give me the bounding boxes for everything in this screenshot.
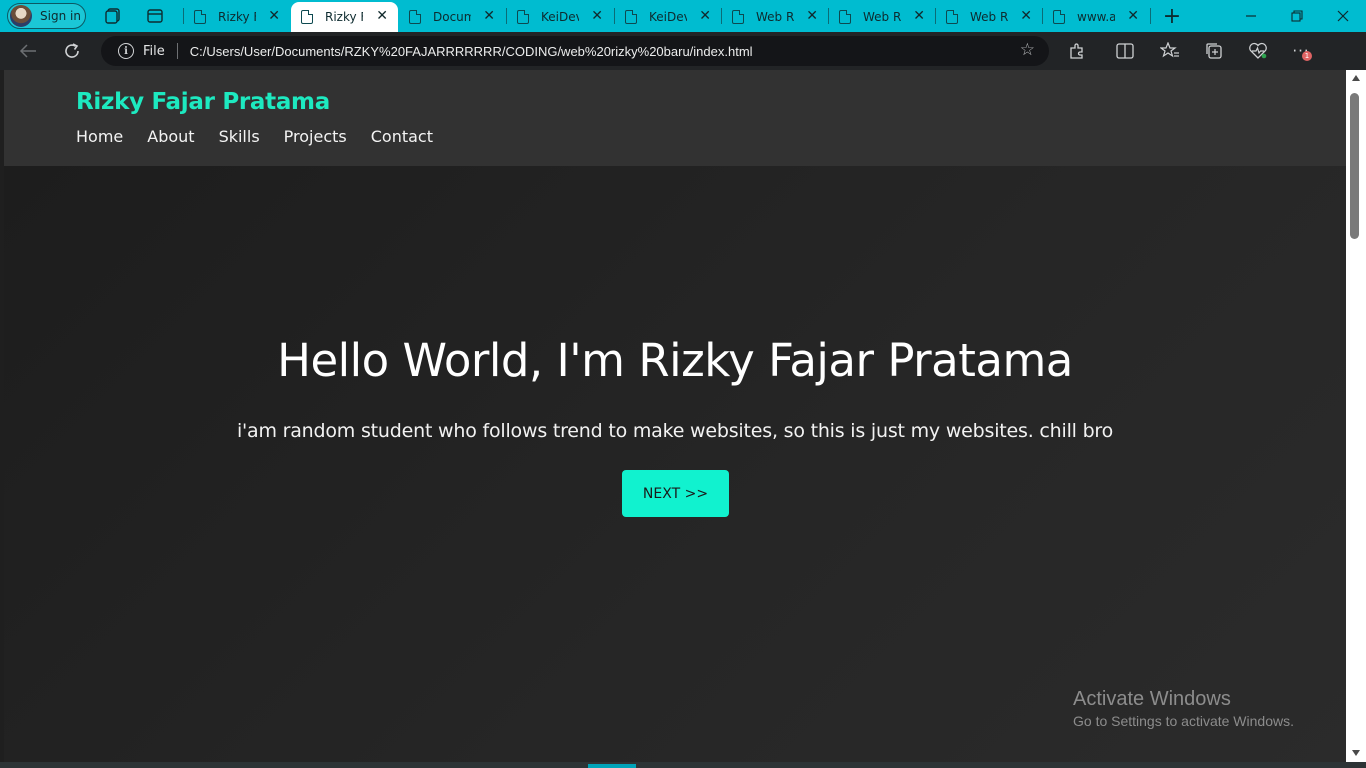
tab-title: Document xyxy=(433,10,471,24)
back-icon[interactable] xyxy=(17,40,39,62)
taskbar-accent xyxy=(588,764,636,768)
nav-skills[interactable]: Skills xyxy=(219,127,260,146)
favorite-star-icon[interactable]: ☆ xyxy=(1020,40,1035,60)
browser-essentials-icon[interactable] xyxy=(1247,40,1269,62)
close-icon[interactable]: ✕ xyxy=(913,9,925,23)
tab-1[interactable]: Rizky Fajar Pratama ✕ xyxy=(184,2,290,32)
next-button[interactable]: NEXT >> xyxy=(622,470,729,517)
nav-home[interactable]: Home xyxy=(76,127,123,146)
document-icon xyxy=(946,10,958,24)
split-screen-icon[interactable] xyxy=(1114,40,1136,62)
close-icon[interactable]: ✕ xyxy=(268,9,280,23)
document-icon xyxy=(839,10,851,24)
document-icon xyxy=(409,10,421,24)
close-icon[interactable]: ✕ xyxy=(806,9,818,23)
site-nav: Home About Skills Projects Contact xyxy=(76,127,433,146)
tab-9[interactable]: www.ad ✕ xyxy=(1043,2,1149,32)
close-window-button[interactable] xyxy=(1320,0,1366,32)
workspaces-icon[interactable] xyxy=(103,6,123,26)
close-icon[interactable]: ✕ xyxy=(376,9,388,23)
scroll-up-arrow-icon[interactable] xyxy=(1352,75,1360,81)
site-header: Rizky Fajar Pratama Home About Skills Pr… xyxy=(4,70,1346,166)
page-icon xyxy=(1053,10,1065,24)
nav-projects[interactable]: Projects xyxy=(284,127,347,146)
tab-8[interactable]: Web Rizky ✕ xyxy=(936,2,1042,32)
taskbar-edge xyxy=(0,762,1366,768)
document-icon xyxy=(625,10,637,24)
tab-title: Web Rizky xyxy=(970,10,1008,24)
tab-2-active[interactable]: Rizky Fajar Pratama ✕ xyxy=(291,2,398,32)
tab-title: Rizky Fajar Pratama xyxy=(325,10,363,24)
tab-actions-icon[interactable] xyxy=(145,6,165,26)
tab-6[interactable]: Web Rizky ✕ xyxy=(722,2,828,32)
restore-button[interactable] xyxy=(1274,0,1320,32)
tab-title: KeiDev xyxy=(541,10,579,24)
document-icon xyxy=(194,10,206,24)
close-icon[interactable]: ✕ xyxy=(483,9,495,23)
document-icon xyxy=(732,10,744,24)
hero-subtitle: i'am random student who follows trend to… xyxy=(236,420,1114,442)
collections-icon[interactable] xyxy=(1203,40,1225,62)
tab-5[interactable]: KeiDev ✕ xyxy=(615,2,721,32)
new-tab-icon[interactable]: + xyxy=(1162,4,1182,29)
close-icon[interactable]: ✕ xyxy=(1020,9,1032,23)
refresh-icon[interactable] xyxy=(61,40,83,62)
page-viewport: Rizky Fajar Pratama Home About Skills Pr… xyxy=(4,70,1346,762)
document-icon xyxy=(517,10,529,24)
nav-about[interactable]: About xyxy=(147,127,194,146)
watermark-title: Activate Windows xyxy=(1073,688,1231,710)
site-brand[interactable]: Rizky Fajar Pratama xyxy=(76,89,330,115)
favorites-icon[interactable] xyxy=(1159,40,1181,62)
tab-title: Rizky Fajar Pratama xyxy=(218,10,256,24)
notification-badge: 1 xyxy=(1302,51,1312,61)
hero-title: Hello World, I'm Rizky Fajar Pratama xyxy=(277,334,1073,387)
browser-toolbar: i File C:/Users/User/Documents/RZKY%20FA… xyxy=(0,32,1366,95)
profile-signin-button[interactable]: Sign in xyxy=(7,3,86,29)
signin-label: Sign in xyxy=(40,9,81,23)
scroll-down-arrow-icon[interactable] xyxy=(1352,750,1360,756)
tab-title: Web Rizky xyxy=(756,10,794,24)
tab-7[interactable]: Web Rizky ✕ xyxy=(829,2,935,32)
extensions-icon[interactable] xyxy=(1066,40,1088,62)
divider xyxy=(176,43,178,59)
avatar xyxy=(10,5,32,27)
windows-activation-watermark: Activate Windows Go to Settings to activ… xyxy=(1073,688,1294,729)
url-text[interactable]: C:/Users/User/Documents/RZKY%20FAJARRRRR… xyxy=(190,44,753,59)
tab-3[interactable]: Document ✕ xyxy=(399,2,505,32)
close-icon[interactable]: ✕ xyxy=(591,9,603,23)
close-icon[interactable]: ✕ xyxy=(1127,9,1139,23)
nav-contact[interactable]: Contact xyxy=(371,127,433,146)
tab-strip: Sign in Rizky Fajar Pratama ✕ Rizky Faja… xyxy=(0,0,1366,32)
tab-4[interactable]: KeiDev ✕ xyxy=(507,2,613,32)
tab-title: KeiDev xyxy=(649,10,687,24)
address-bar[interactable]: i File C:/Users/User/Documents/RZKY%20FA… xyxy=(101,36,1049,66)
tab-separator xyxy=(1150,8,1151,24)
site-info-icon[interactable]: i xyxy=(118,43,134,59)
close-icon[interactable]: ✕ xyxy=(699,9,711,23)
tab-title: Web Rizky xyxy=(863,10,901,24)
page-scrollbar[interactable] xyxy=(1346,70,1366,762)
minimize-button[interactable] xyxy=(1228,0,1274,32)
scrollbar-thumb[interactable] xyxy=(1350,93,1359,239)
more-menu-icon[interactable]: ··· 1 xyxy=(1290,40,1312,62)
watermark-subtitle: Go to Settings to activate Windows. xyxy=(1073,713,1294,729)
tab-title: www.ad xyxy=(1077,10,1115,24)
document-icon xyxy=(301,10,313,24)
scheme-label: File xyxy=(143,43,165,59)
